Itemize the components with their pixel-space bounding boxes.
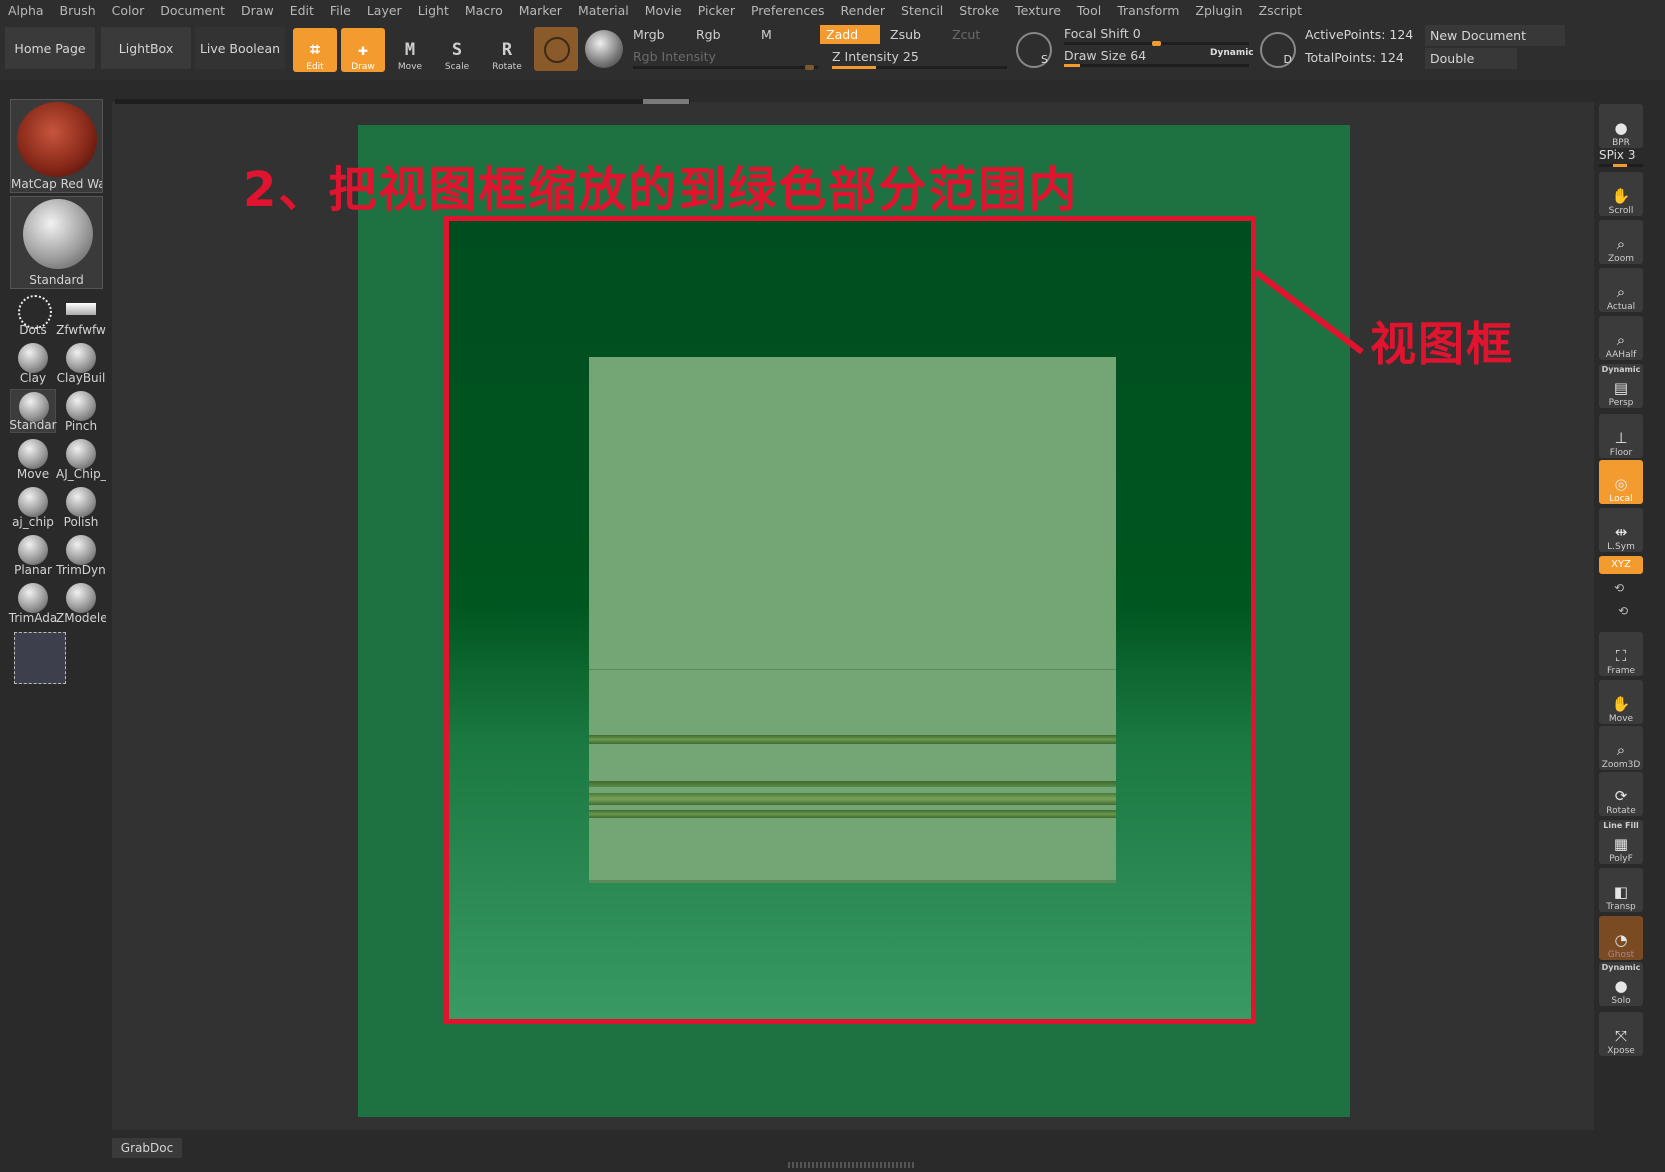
transp-button[interactable]: ◧ Transp: [1599, 868, 1643, 912]
button-label: Solo: [1611, 996, 1631, 1006]
aahalf-icon: ⌕: [1616, 331, 1626, 349]
solo-button[interactable]: Dynamic ● Solo: [1599, 962, 1643, 1006]
transp-icon: ◧: [1613, 883, 1629, 901]
zoom-button[interactable]: ⌕ Zoom: [1599, 220, 1643, 264]
button-label: BPR: [1612, 138, 1630, 148]
button-label: AAHalf: [1605, 350, 1637, 360]
polyf-icon: ▦: [1613, 835, 1629, 853]
button-label: Frame: [1606, 666, 1636, 676]
zoom3d-button[interactable]: ⌕ Zoom3D: [1599, 726, 1643, 770]
actual-button[interactable]: ⌕ Actual: [1599, 268, 1643, 312]
aahalf-button[interactable]: ⌕ AAHalf: [1599, 316, 1643, 360]
frame-icon: ⛶: [1615, 647, 1627, 665]
button-label: Zoom: [1608, 254, 1634, 264]
annotation-title: 2、把视图框缩放的到绿色部分范围内: [243, 162, 1079, 218]
button-label: Floor: [1609, 448, 1633, 458]
button-top-label: Dynamic: [1601, 365, 1641, 374]
sym-r-icon[interactable]: ⟲: [1614, 581, 1624, 595]
button-label: Move: [1608, 714, 1634, 724]
ghost-button[interactable]: ◔ Ghost: [1599, 916, 1643, 960]
xpose-icon: ⤧: [1614, 1027, 1627, 1045]
button-label: Rotate: [1606, 806, 1636, 816]
bottom-splitter-handle[interactable]: [788, 1162, 916, 1168]
rotate-icon: ⟳: [1614, 787, 1628, 805]
solo-icon: ●: [1614, 977, 1628, 995]
button-label: PolyF: [1609, 854, 1633, 864]
button-label: Actual: [1606, 302, 1636, 312]
button-label: Local: [1609, 494, 1633, 504]
xyz-symmetry-button[interactable]: XYZ: [1599, 556, 1643, 574]
scroll-button[interactable]: ✋ Scroll: [1599, 172, 1643, 216]
bottom-tray: GrabDoc: [0, 1130, 1665, 1172]
rotate-button[interactable]: ⟳ Rotate: [1599, 772, 1643, 816]
l-sym-button[interactable]: ⇹ L.Sym: [1599, 508, 1643, 552]
button-top-label: Line Fill: [1603, 821, 1639, 830]
floor-button[interactable]: ⊥ Floor: [1599, 414, 1643, 458]
spix-slider[interactable]: [1599, 164, 1643, 167]
button-label: Persp: [1608, 398, 1634, 408]
move-button[interactable]: ✋ Move: [1599, 680, 1643, 724]
scroll-icon: ✋: [1611, 187, 1631, 205]
button-label: Transp: [1606, 902, 1636, 912]
spix-label[interactable]: SPix 3: [1599, 148, 1635, 162]
move-icon: ✋: [1611, 695, 1631, 713]
button-label: L.Sym: [1607, 542, 1635, 552]
bpr-button[interactable]: ● BPR: [1599, 104, 1643, 148]
ghost-icon: ◔: [1614, 931, 1628, 949]
persp-icon: ▤: [1613, 379, 1629, 397]
local-button[interactable]: ◎ Local: [1599, 460, 1643, 504]
bpr-icon: ●: [1614, 119, 1628, 137]
zoom3d-icon: ⌕: [1616, 741, 1626, 759]
persp-button[interactable]: Dynamic ▤ Persp: [1599, 364, 1643, 408]
button-label: Zoom3D: [1601, 760, 1641, 770]
actual-icon: ⌕: [1616, 283, 1626, 301]
button-label: Scroll: [1608, 206, 1634, 216]
button-label: Xpose: [1607, 1046, 1635, 1056]
button-label: Ghost: [1607, 950, 1635, 960]
annotation-label: 视图框: [1370, 317, 1514, 371]
sym-z-icon[interactable]: ⟲: [1618, 604, 1628, 618]
xpose-button[interactable]: ⤧ Xpose: [1599, 1012, 1643, 1056]
polyf-button[interactable]: Line Fill ▦ PolyF: [1599, 820, 1643, 864]
l-sym-icon: ⇹: [1614, 523, 1628, 541]
local-icon: ◎: [1614, 475, 1628, 493]
floor-icon: ⊥: [1614, 429, 1628, 447]
button-top-label: Dynamic: [1601, 963, 1641, 972]
zoom-icon: ⌕: [1616, 235, 1626, 253]
grabdoc-button[interactable]: GrabDoc: [112, 1138, 182, 1158]
frame-button[interactable]: ⛶ Frame: [1599, 632, 1643, 676]
right-tray: SPix 3 XYZ ⟲ ⟲ ● BPR ✋ Scroll ⌕ Zoom ⌕ Actual ⌕ A…: [1594, 96, 1665, 1096]
